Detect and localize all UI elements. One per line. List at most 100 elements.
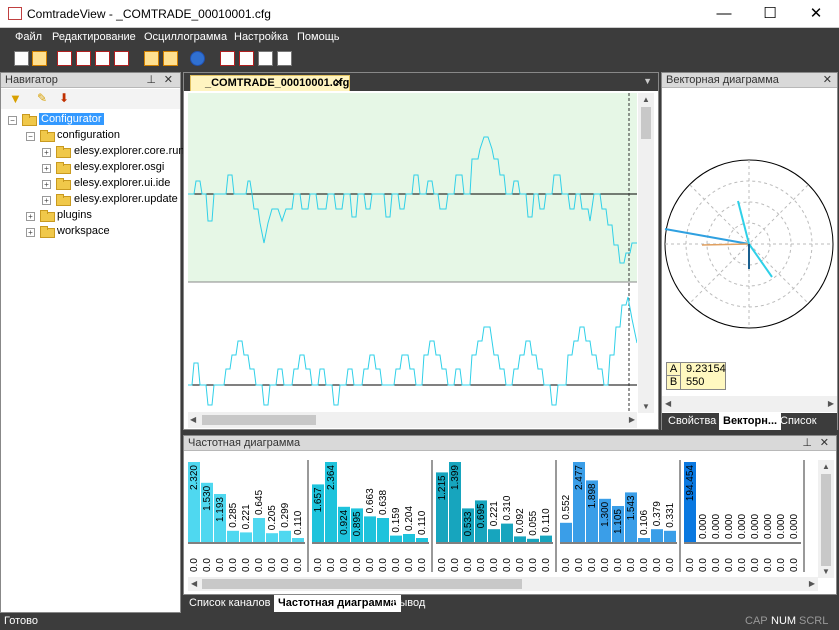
pin-icon[interactable]: ⊥ xyxy=(146,73,156,88)
freq-axis-label: 0.0 xyxy=(280,558,291,572)
status-scrl: SCRL xyxy=(799,615,829,627)
layout-two-icon[interactable] xyxy=(163,51,178,66)
text-icon[interactable] xyxy=(258,51,273,66)
freq-bar xyxy=(390,535,402,542)
freq-bar xyxy=(240,532,252,542)
scroll-up-icon[interactable]: ▲ xyxy=(642,95,650,104)
expand-icon[interactable]: + xyxy=(26,228,35,237)
freq-value-label: 0.000 xyxy=(724,514,735,539)
scroll-thumb[interactable] xyxy=(641,107,651,139)
document-tab[interactable]: _COMTRADE_00010001.cfg ✕ xyxy=(190,75,350,91)
new-icon[interactable] xyxy=(14,51,29,66)
freq-value-label: 1.105 xyxy=(613,509,624,534)
frequency-vertical-scrollbar[interactable]: ▲ ▼ xyxy=(818,460,834,578)
tab-vector[interactable]: Векторн... xyxy=(719,413,782,430)
tree-label: workspace xyxy=(57,225,110,237)
scroll-right-icon[interactable]: ▶ xyxy=(629,415,635,424)
freq-bar xyxy=(488,529,500,542)
freq-axis-label: 0.0 xyxy=(267,558,278,572)
scroll-thumb[interactable] xyxy=(202,579,522,589)
scroll-left-icon[interactable]: ◀ xyxy=(190,415,196,424)
menu-oscillogram[interactable]: Осциллограмма xyxy=(144,31,227,43)
scroll-down-icon[interactable]: ▼ xyxy=(642,402,650,411)
tab-list[interactable]: Список з... xyxy=(776,413,837,444)
clipboard-icon[interactable] xyxy=(277,51,292,66)
oscillogram-plot[interactable] xyxy=(188,93,637,413)
tab-list-icon[interactable]: ▼ xyxy=(643,76,652,86)
tab-channel-list[interactable]: Список каналов xyxy=(185,595,275,612)
freq-value-label: 1.399 xyxy=(450,465,461,490)
polar-chart xyxy=(664,159,834,329)
scroll-thumb[interactable] xyxy=(202,415,316,425)
frequency-horizontal-scrollbar[interactable]: ◀ ▶ xyxy=(188,577,818,591)
filter-icon[interactable]: ▼ xyxy=(9,91,22,106)
freq-value-label: 0.645 xyxy=(254,490,265,515)
title-bar: ComtradeView - _COMTRADE_00010001.cfg — … xyxy=(0,0,839,28)
cursor-right-icon[interactable] xyxy=(76,51,91,66)
cursor-b-icon[interactable] xyxy=(114,51,129,66)
freq-value-label: 0.695 xyxy=(476,503,487,528)
oscillogram-svg xyxy=(188,93,637,413)
cursor-a-icon[interactable] xyxy=(95,51,110,66)
menu-help[interactable]: Помощь xyxy=(297,31,340,43)
minimize-button[interactable]: — xyxy=(701,0,747,28)
freq-value-label: 0.285 xyxy=(228,502,239,527)
freq-value-label: 0.000 xyxy=(737,514,748,539)
freq-axis-label: 0.0 xyxy=(352,558,363,572)
panel-close-icon[interactable]: ✕ xyxy=(820,436,829,451)
help-icon[interactable] xyxy=(190,51,205,66)
expand-icon[interactable]: + xyxy=(42,196,51,205)
project-tree: − Configurator − configuration + elesy.e… xyxy=(1,110,205,310)
scroll-left-icon[interactable]: ◀ xyxy=(191,579,197,588)
menu-file[interactable]: Файл xyxy=(15,31,42,43)
freq-axis-label: 0.0 xyxy=(450,558,461,572)
close-button[interactable]: ✕ xyxy=(793,0,839,28)
collapse-icon[interactable]: − xyxy=(8,116,17,125)
scroll-left-icon[interactable]: ◀ xyxy=(665,399,671,408)
freq-bar xyxy=(266,533,278,542)
freq-value-label: 0.000 xyxy=(789,514,800,539)
freq-bar xyxy=(279,530,291,542)
pin-icon[interactable]: ⊥ xyxy=(802,436,812,451)
expand-icon[interactable]: + xyxy=(42,148,51,157)
freq-axis-label: 0.0 xyxy=(711,558,722,572)
scroll-thumb[interactable] xyxy=(821,474,831,566)
status-cap: CAP xyxy=(745,615,768,627)
vector-scrollbar[interactable]: ◀ ▶ xyxy=(662,396,837,412)
zoom-height-icon[interactable] xyxy=(239,51,254,66)
tab-properties[interactable]: Свойства xyxy=(664,413,720,430)
link-icon[interactable]: ✎ xyxy=(37,91,47,105)
freq-axis-label: 0.0 xyxy=(228,558,239,572)
export-icon[interactable]: ⬇ xyxy=(59,91,69,105)
plot-vertical-scrollbar[interactable]: ▲ ▼ xyxy=(638,93,654,413)
menu-edit[interactable]: Редактирование xyxy=(52,31,136,43)
freq-axis-label: 0.0 xyxy=(613,558,624,572)
open-icon[interactable] xyxy=(32,51,47,66)
menu-settings[interactable]: Настройка xyxy=(234,31,288,43)
expand-icon[interactable]: + xyxy=(42,180,51,189)
tab-output[interactable]: Вывод xyxy=(388,595,429,612)
scroll-right-icon[interactable]: ▶ xyxy=(809,579,815,588)
layout-one-icon[interactable] xyxy=(144,51,159,66)
expand-icon[interactable]: + xyxy=(42,164,51,173)
scroll-up-icon[interactable]: ▲ xyxy=(822,462,830,471)
zoom-fit-icon[interactable] xyxy=(220,51,235,66)
freq-value-label: 2.320 xyxy=(189,465,200,490)
scroll-down-icon[interactable]: ▼ xyxy=(822,567,830,576)
collapse-icon[interactable]: − xyxy=(26,132,35,141)
cursor-left-icon[interactable] xyxy=(57,51,72,66)
tab-frequency-diagram[interactable]: Частотная диаграмма xyxy=(274,595,401,612)
panel-close-icon[interactable]: ✕ xyxy=(823,73,832,88)
plot-horizontal-scrollbar[interactable]: ◀ ▶ xyxy=(188,412,637,428)
maximize-button[interactable]: ☐ xyxy=(747,0,793,28)
panel-close-icon[interactable]: ✕ xyxy=(164,73,173,88)
freq-axis-label: 0.0 xyxy=(293,558,304,572)
freq-value-label: 0.663 xyxy=(365,488,376,513)
legend-value: 9.23154 xyxy=(686,363,726,375)
app-icon xyxy=(8,7,22,20)
tab-close-icon[interactable]: ✕ xyxy=(334,76,343,91)
freq-axis-label: 0.0 xyxy=(404,558,415,572)
expand-icon[interactable]: + xyxy=(26,212,35,221)
freq-bar xyxy=(227,530,239,542)
scroll-right-icon[interactable]: ▶ xyxy=(828,399,834,408)
